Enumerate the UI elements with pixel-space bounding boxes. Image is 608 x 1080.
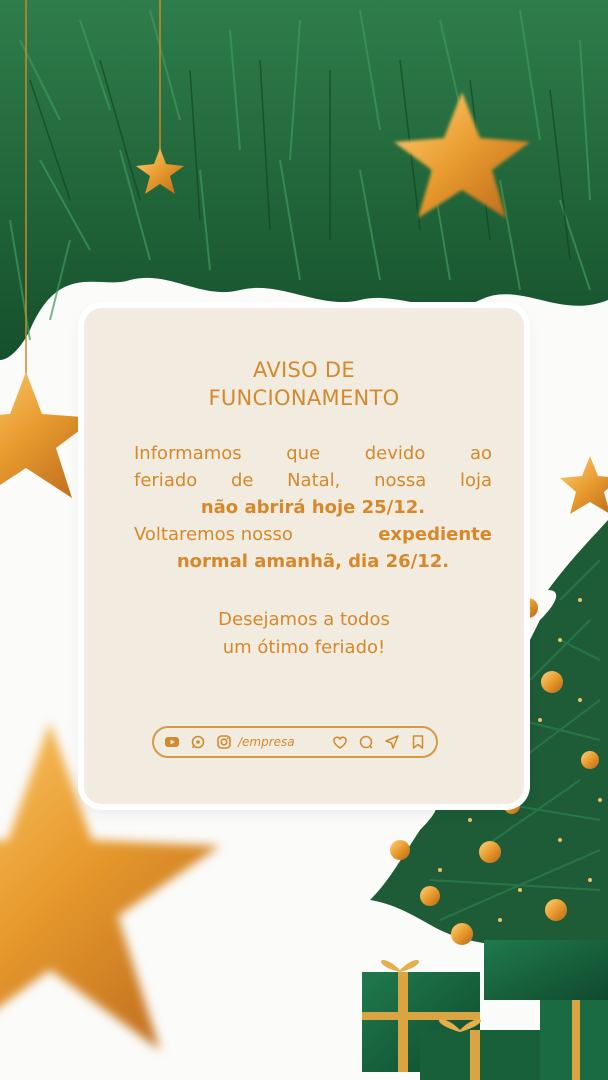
notice-body: Informamos que devido ao feriado de Nata… [134,440,492,575]
body-bold: expediente [378,524,492,545]
send-icon[interactable] [384,734,400,750]
body-line-2: feriado de Natal, nossa loja [134,467,492,494]
bookmark-icon[interactable] [410,734,426,750]
closed-date-text: não abrirá hoje 25/12. [200,497,426,518]
closing-line-2: um ótimo feriado! [222,637,386,658]
body-word: de [230,470,254,491]
closing-line-1: Desejamos a todos [218,609,390,630]
title-line-1: AVISO DE [253,358,355,382]
body-word: que [286,443,321,464]
body-word: feriado [134,470,198,491]
body-line-1: Informamos que devido ao [134,440,492,467]
body-word: loja [459,470,492,491]
body-word: devido [364,443,426,464]
whatsapp-icon[interactable] [190,734,206,750]
body-word: nossa [374,470,427,491]
heart-icon[interactable] [332,734,348,750]
star-left [0,372,96,498]
title-line-2: FUNCIONAMENTO [208,386,400,410]
body-word: Informamos [134,443,242,464]
closing-message: Desejamos a todos um ótimo feriado! [84,606,524,662]
tree-top-star [560,456,608,514]
body-line-3: não abrirá hoje 25/12. [134,494,492,521]
gift-boxes [362,940,608,1080]
social-handle[interactable]: /empresa [238,735,295,749]
body-plain: Voltaremos nosso [134,524,293,545]
reopen-date-text: normal amanhã, dia 26/12. [176,551,450,572]
body-word: Natal, [287,470,341,491]
youtube-icon[interactable] [164,734,180,750]
notice-title: AVISO DE FUNCIONAMENTO [84,356,524,412]
body-line-5: normal amanhã, dia 26/12. [134,548,492,575]
instagram-icon[interactable] [216,734,232,750]
body-line-4: Voltaremos nosso expediente [134,521,492,548]
comment-icon[interactable] [358,734,374,750]
social-bar: /empresa [152,726,438,758]
body-word: ao [469,443,492,464]
